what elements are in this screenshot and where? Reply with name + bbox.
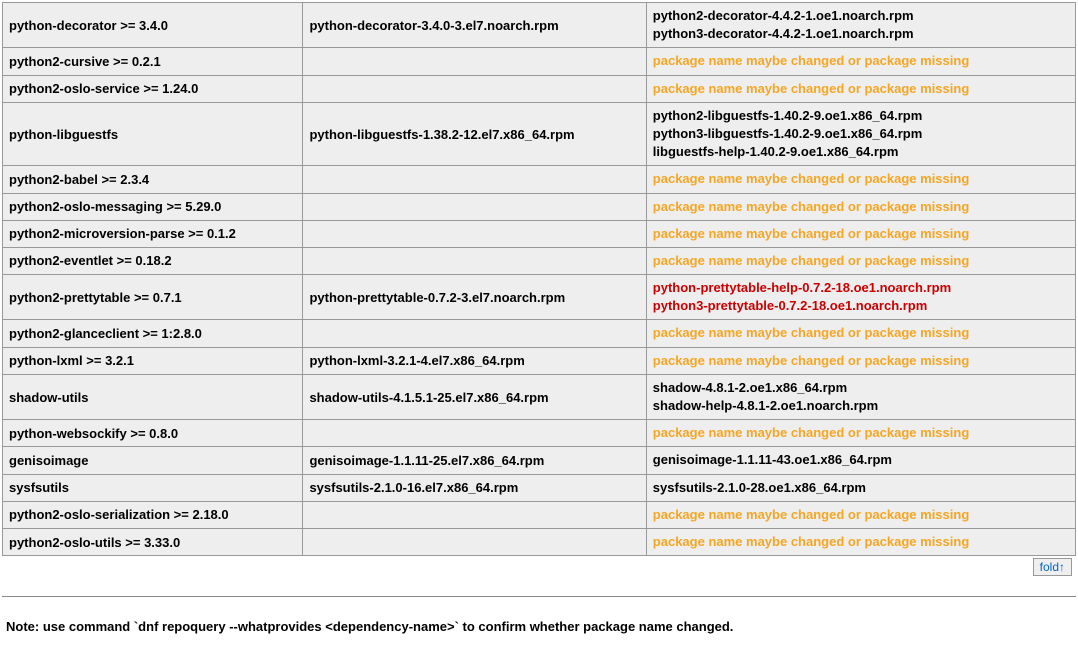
dependency-cell: python2-oslo-serialization >= 2.18.0 xyxy=(3,501,303,528)
source-rpm-cell xyxy=(303,247,646,274)
note-text: Note: use command `dnf repoquery --whatp… xyxy=(2,615,1076,638)
source-rpm-cell xyxy=(303,75,646,102)
target-rpm-cell: package name maybe changed or package mi… xyxy=(646,193,1075,220)
table-row: python2-prettytable >= 0.7.1python-prett… xyxy=(3,275,1076,320)
table-row: sysfsutilssysfsutils-2.1.0-16.el7.x86_64… xyxy=(3,474,1076,501)
dependency-cell: genisoimage xyxy=(3,447,303,474)
fold-row: fold↑ xyxy=(2,556,1076,578)
table-row: python2-oslo-utils >= 3.33.0 package name… xyxy=(3,528,1076,555)
dependency-cell: python2-glanceclient >= 1:2.8.0 xyxy=(3,320,303,347)
dependency-cell: python2-prettytable >= 0.7.1 xyxy=(3,275,303,320)
dependency-cell: python2-cursive >= 0.2.1 xyxy=(3,48,303,75)
source-rpm-cell: genisoimage-1.1.11-25.el7.x86_64.rpm xyxy=(303,447,646,474)
target-rpm-cell: python-prettytable-help-0.7.2-18.oe1.noa… xyxy=(646,275,1075,320)
table-row: python2-babel >= 2.3.4 package name maybe… xyxy=(3,166,1076,193)
table-row: python2-cursive >= 0.2.1 package name may… xyxy=(3,48,1076,75)
dependency-cell: python2-oslo-messaging >= 5.29.0 xyxy=(3,193,303,220)
source-rpm-cell: shadow-utils-4.1.5.1-25.el7.x86_64.rpm xyxy=(303,374,646,419)
target-rpm-cell: package name maybe changed or package mi… xyxy=(646,528,1075,555)
source-rpm-cell xyxy=(303,166,646,193)
source-rpm-cell xyxy=(303,193,646,220)
package-table: python-decorator >= 3.4.0python-decorato… xyxy=(2,2,1076,556)
table-row: python-libguestfspython-libguestfs-1.38.… xyxy=(3,102,1076,166)
table-row: python2-glanceclient >= 1:2.8.0 package n… xyxy=(3,320,1076,347)
dependency-cell: sysfsutils xyxy=(3,474,303,501)
source-rpm-cell xyxy=(303,501,646,528)
target-rpm-cell: python2-decorator-4.4.2-1.oe1.noarch.rpm… xyxy=(646,3,1075,48)
dependency-cell: python-lxml >= 3.2.1 xyxy=(3,347,303,374)
dependency-cell: shadow-utils xyxy=(3,374,303,419)
table-row: python-lxml >= 3.2.1python-lxml-3.2.1-4.… xyxy=(3,347,1076,374)
target-rpm-cell: shadow-4.8.1-2.oe1.x86_64.rpmshadow-help… xyxy=(646,374,1075,419)
source-rpm-cell: sysfsutils-2.1.0-16.el7.x86_64.rpm xyxy=(303,474,646,501)
target-rpm-cell: package name maybe changed or package mi… xyxy=(646,220,1075,247)
source-rpm-cell: python-decorator-3.4.0-3.el7.noarch.rpm xyxy=(303,3,646,48)
target-rpm-cell: package name maybe changed or package mi… xyxy=(646,420,1075,447)
source-rpm-cell: python-lxml-3.2.1-4.el7.x86_64.rpm xyxy=(303,347,646,374)
target-rpm-cell: package name maybe changed or package mi… xyxy=(646,48,1075,75)
table-row: python2-microversion-parse >= 0.1.2 packa… xyxy=(3,220,1076,247)
target-rpm-cell: python2-libguestfs-1.40.2-9.oe1.x86_64.r… xyxy=(646,102,1075,166)
dependency-cell: python2-babel >= 2.3.4 xyxy=(3,166,303,193)
table-row: python2-eventlet >= 0.18.2 package name m… xyxy=(3,247,1076,274)
source-rpm-cell: python-prettytable-0.7.2-3.el7.noarch.rp… xyxy=(303,275,646,320)
table-row: python-websockify >= 0.8.0 package name m… xyxy=(3,420,1076,447)
target-rpm-cell: package name maybe changed or package mi… xyxy=(646,247,1075,274)
dependency-cell: python-decorator >= 3.4.0 xyxy=(3,3,303,48)
source-rpm-cell xyxy=(303,528,646,555)
source-rpm-cell xyxy=(303,48,646,75)
target-rpm-cell: sysfsutils-2.1.0-28.oe1.x86_64.rpm xyxy=(646,474,1075,501)
dependency-cell: python2-microversion-parse >= 0.1.2 xyxy=(3,220,303,247)
source-rpm-cell xyxy=(303,220,646,247)
dependency-cell: python-libguestfs xyxy=(3,102,303,166)
dependency-cell: python2-eventlet >= 0.18.2 xyxy=(3,247,303,274)
table-row: shadow-utilsshadow-utils-4.1.5.1-25.el7.… xyxy=(3,374,1076,419)
table-row: python2-oslo-serialization >= 2.18.0 pack… xyxy=(3,501,1076,528)
target-rpm-cell: package name maybe changed or package mi… xyxy=(646,347,1075,374)
target-rpm-cell: package name maybe changed or package mi… xyxy=(646,166,1075,193)
target-rpm-cell: package name maybe changed or package mi… xyxy=(646,501,1075,528)
dependency-cell: python-websockify >= 0.8.0 xyxy=(3,420,303,447)
dependency-cell: python2-oslo-utils >= 3.33.0 xyxy=(3,528,303,555)
target-rpm-cell: package name maybe changed or package mi… xyxy=(646,320,1075,347)
divider xyxy=(2,596,1076,597)
target-rpm-cell: genisoimage-1.1.11-43.oe1.x86_64.rpm xyxy=(646,447,1075,474)
table-row: python-decorator >= 3.4.0python-decorato… xyxy=(3,3,1076,48)
table-row: python2-oslo-service >= 1.24.0 package na… xyxy=(3,75,1076,102)
fold-button[interactable]: fold↑ xyxy=(1033,558,1072,576)
source-rpm-cell: python-libguestfs-1.38.2-12.el7.x86_64.r… xyxy=(303,102,646,166)
dependency-cell: python2-oslo-service >= 1.24.0 xyxy=(3,75,303,102)
table-row: genisoimagegenisoimage-1.1.11-25.el7.x86… xyxy=(3,447,1076,474)
table-row: python2-oslo-messaging >= 5.29.0 package … xyxy=(3,193,1076,220)
source-rpm-cell xyxy=(303,420,646,447)
target-rpm-cell: package name maybe changed or package mi… xyxy=(646,75,1075,102)
source-rpm-cell xyxy=(303,320,646,347)
